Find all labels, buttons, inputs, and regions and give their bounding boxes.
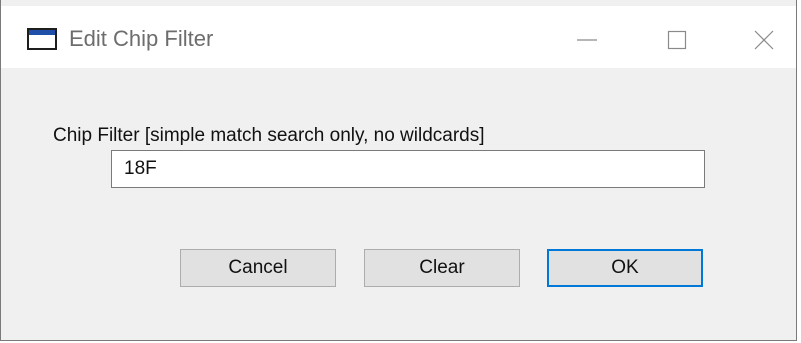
maximize-icon xyxy=(667,30,687,50)
title-bar[interactable]: Edit Chip Filter xyxy=(1,6,796,68)
minimize-icon xyxy=(577,39,597,41)
chip-filter-label: Chip Filter [simple match search only, n… xyxy=(53,125,485,146)
chip-filter-input[interactable] xyxy=(111,150,705,188)
close-button[interactable] xyxy=(729,12,799,68)
close-icon xyxy=(754,30,774,50)
ok-button[interactable]: OK xyxy=(547,249,703,287)
edit-chip-filter-dialog: Edit Chip Filter Chip Filter [simple mat… xyxy=(0,0,797,341)
window-app-icon[interactable] xyxy=(27,28,57,50)
minimize-button[interactable] xyxy=(552,12,622,68)
clear-button[interactable]: Clear xyxy=(364,249,520,287)
window-title: Edit Chip Filter xyxy=(69,26,214,51)
maximize-button[interactable] xyxy=(642,12,712,68)
cancel-button[interactable]: Cancel xyxy=(180,249,336,287)
